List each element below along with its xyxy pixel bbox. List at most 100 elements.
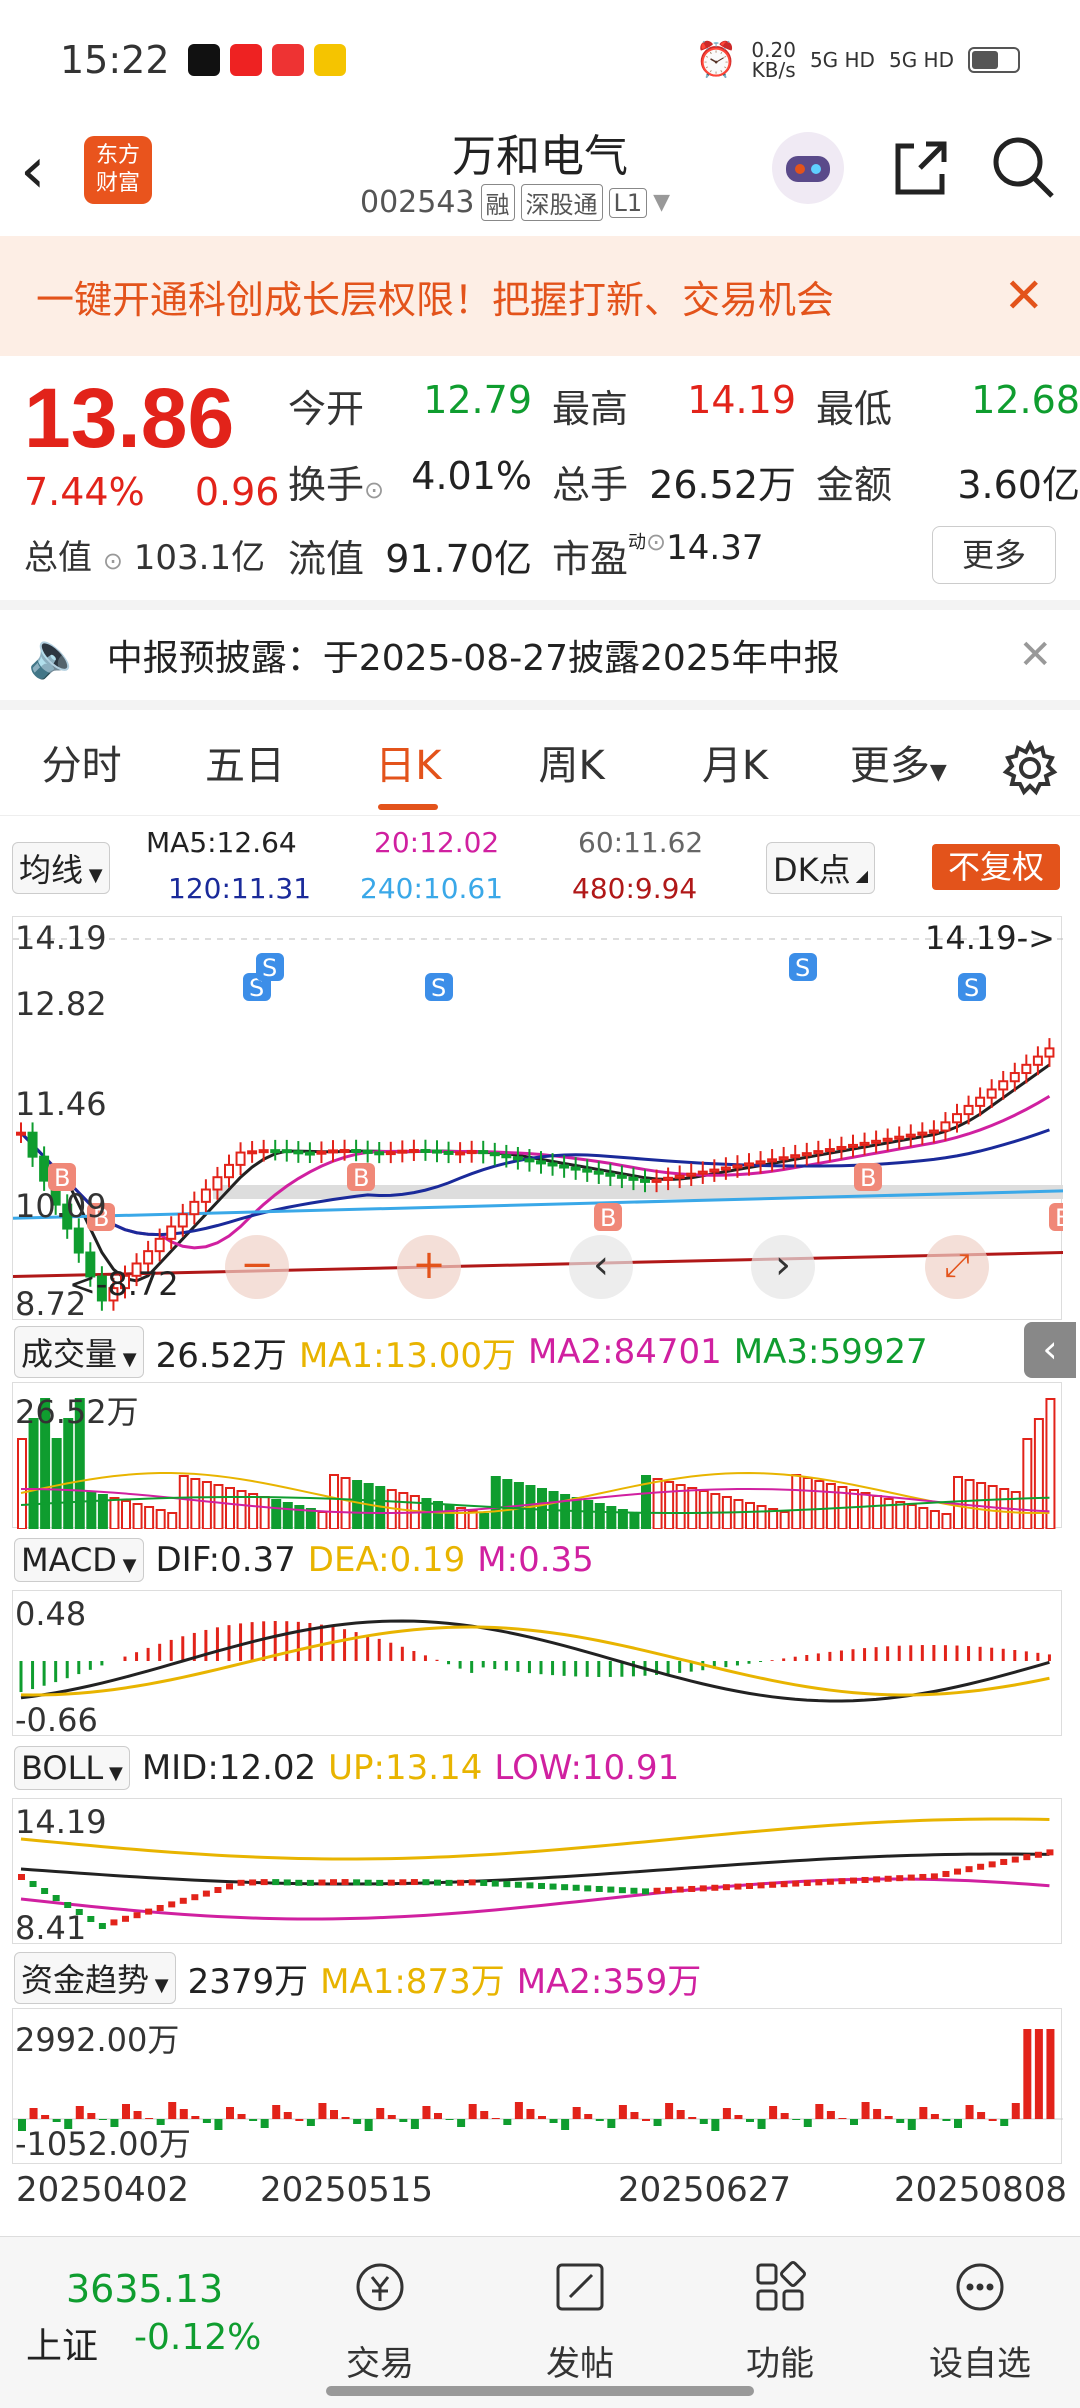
- settings-icon[interactable]: [980, 716, 1080, 816]
- boll-candle: [1034, 1851, 1042, 1858]
- fund-bar: [965, 2105, 974, 2119]
- candle: [755, 1160, 766, 1165]
- home-indicator: [326, 2386, 754, 2396]
- volume-bar: [444, 1504, 455, 1530]
- promo-banner[interactable]: 一键开通科创成长层权限！把握打新、交易机会 ✕: [0, 236, 1080, 356]
- zoom-in-button[interactable]: +: [397, 1235, 461, 1299]
- macd-selector[interactable]: MACD ▼: [14, 1538, 144, 1582]
- fund-bar: [249, 2119, 258, 2121]
- boll-candle: [237, 1879, 245, 1886]
- boll-selector[interactable]: BOLL ▼: [14, 1746, 130, 1790]
- fund-bar: [1046, 2029, 1055, 2119]
- candle: [154, 1237, 165, 1253]
- boll-candle: [838, 1878, 846, 1885]
- chart-tabs: 分时 五日 日K 周K 月K 更多▼: [0, 716, 1080, 816]
- dk-point-selector[interactable]: DK点 ◢: [766, 842, 876, 894]
- boll-candle: [434, 1879, 441, 1886]
- boll-svg: [18, 1817, 1054, 1929]
- nav-label: 设自选: [929, 2344, 1031, 2384]
- volume-bar: [733, 1499, 744, 1530]
- nav-trade[interactable]: 交易: [280, 2237, 480, 2408]
- boll-candle: [318, 1879, 326, 1886]
- fullscreen-icon[interactable]: ⤢: [925, 1235, 989, 1299]
- more-quote-button[interactable]: 更多: [932, 526, 1056, 584]
- fund-chart[interactable]: 2992.00万 -1052.00万: [12, 2008, 1063, 2164]
- volume-bar: [791, 1474, 802, 1530]
- tab-weekly-k[interactable]: 周K: [490, 716, 653, 816]
- turnover-value: 4.01%: [411, 454, 532, 498]
- stock-header: ‹ 东方 财富 万和电气 002543 融 深股通 L1 ▼: [0, 120, 1080, 236]
- index-ticker[interactable]: 3635.13 上证 -0.12%: [0, 2237, 280, 2408]
- scroll-left-button[interactable]: ‹: [569, 1235, 633, 1299]
- volume-selector[interactable]: 成交量 ▼: [14, 1326, 144, 1378]
- stock-code-row[interactable]: 002543 融 深股通 L1 ▼: [360, 184, 670, 221]
- fund-bar: [434, 2113, 442, 2119]
- boll-candle: [595, 1885, 603, 1892]
- boll-candle: [965, 1866, 973, 1873]
- no-adjust-button[interactable]: 不复权: [932, 844, 1060, 890]
- signal-marker-label: B: [600, 1204, 616, 1232]
- volume-bar: [248, 1493, 259, 1530]
- candle: [258, 1149, 269, 1154]
- boll-candle: [364, 1879, 372, 1886]
- boll-candle: [468, 1879, 476, 1886]
- net-unit: KB/s: [751, 58, 796, 82]
- nav-functions[interactable]: 功能: [680, 2237, 880, 2408]
- volume-chart[interactable]: 26.52万: [12, 1382, 1062, 1530]
- nav-post[interactable]: 发帖: [480, 2237, 680, 2408]
- candle: [328, 1149, 338, 1154]
- tab-more[interactable]: 更多▼: [817, 716, 980, 816]
- fund-bar: [746, 2119, 754, 2122]
- volume-bar: [756, 1505, 767, 1530]
- candle: [1009, 1072, 1020, 1083]
- info-icon[interactable]: ⊙: [103, 547, 123, 575]
- close-icon[interactable]: ✕: [1004, 268, 1044, 324]
- volume-bar: [629, 1512, 640, 1530]
- info-icon[interactable]: ⊙: [364, 476, 384, 504]
- fund-bar: [122, 2104, 130, 2119]
- ma480-value: 480:9.94: [572, 872, 698, 905]
- notice-bar[interactable]: 🔈 中报预披露：于2025-08-27披露2025年中报 ✕: [0, 600, 1080, 710]
- collapse-panel-button[interactable]: ‹: [1024, 1322, 1076, 1378]
- candle: [374, 1151, 385, 1156]
- nav-add-watchlist[interactable]: 设自选: [880, 2237, 1080, 2408]
- battery-icon: [968, 47, 1020, 73]
- boll-candle: [792, 1880, 800, 1887]
- robot-assistant-icon[interactable]: [768, 128, 858, 218]
- kline-chart[interactable]: SSSSSBBBBBB 14.19 12.82 11.46 10.09 8.72…: [12, 916, 1077, 1323]
- boll-chart[interactable]: 14.19 8.41: [12, 1798, 1062, 1947]
- status-bar: 15:22 ⏰ 0.20 KB/s 5G HD 5G HD: [0, 0, 1080, 120]
- macd-svg: [19, 1619, 1051, 1703]
- fund-bar: [595, 2119, 604, 2121]
- y-axis-label: 10.09: [15, 1187, 107, 1225]
- volume-bar: [687, 1487, 698, 1530]
- tiktok-icon: [187, 44, 220, 76]
- tab-daily-k[interactable]: 日K: [327, 716, 490, 816]
- ma-selector[interactable]: 均线 ▼: [12, 842, 110, 894]
- fund-bar: [399, 2119, 408, 2122]
- fund-selector[interactable]: 资金趋势 ▼: [14, 1952, 176, 2004]
- boll-candle: [156, 1905, 164, 1911]
- fund-bar: [29, 2108, 38, 2119]
- max-price-flag: 14.19->: [925, 919, 1055, 957]
- tab-intraday[interactable]: 分时: [0, 716, 163, 816]
- close-icon[interactable]: ✕: [1018, 632, 1052, 678]
- tab-monthly-k[interactable]: 月K: [653, 716, 816, 816]
- info-icon[interactable]: ⊙: [646, 528, 666, 583]
- ma5-value: MA5:12.64: [146, 826, 297, 859]
- date-label: 20250627: [618, 2170, 792, 2210]
- share-icon[interactable]: [880, 128, 970, 218]
- fund-bar: [526, 2109, 535, 2119]
- scroll-right-button[interactable]: ›: [751, 1235, 815, 1299]
- tab-five-day[interactable]: 五日: [163, 716, 326, 816]
- macd-chart[interactable]: 0.48 -0.66: [12, 1590, 1062, 1739]
- y-axis-label: 14.19: [15, 919, 107, 957]
- tab-more-label: 更多: [849, 742, 930, 789]
- search-icon[interactable]: [984, 128, 1074, 218]
- candle: [536, 1160, 546, 1165]
- zoom-out-button[interactable]: −: [225, 1235, 289, 1299]
- y-axis-label: 0.48: [15, 1595, 87, 1633]
- boll-candle: [503, 1881, 511, 1888]
- boll-candle: [954, 1868, 961, 1875]
- boll-candle: [907, 1874, 915, 1881]
